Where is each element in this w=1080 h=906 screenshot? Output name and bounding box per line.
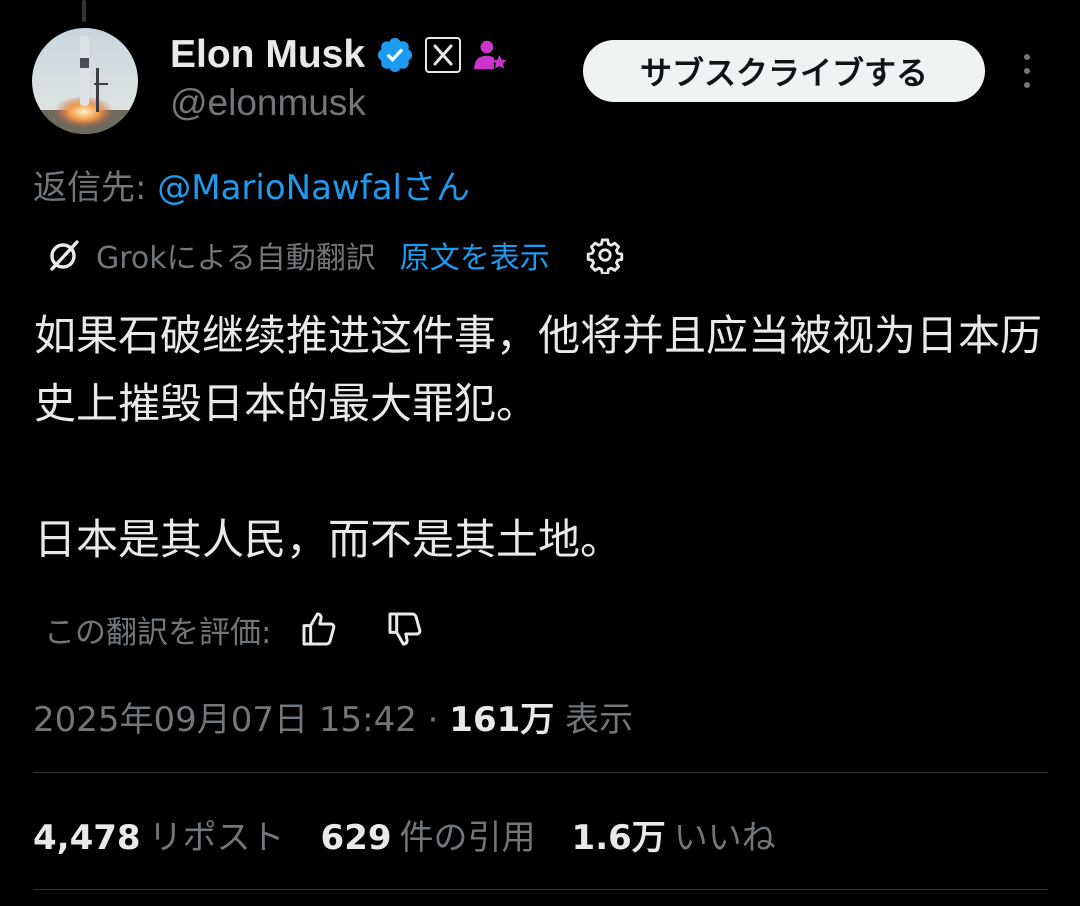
show-original-link[interactable]: 原文を表示 [400,233,550,277]
subscriber-person-icon[interactable] [471,36,509,74]
subscribe-button[interactable]: サブスクライブする [583,40,985,102]
author-name-row: Elon Musk [170,30,509,80]
tweet-paragraph: 日本是其人民，而不是其土地。 [34,515,623,564]
likes-stat[interactable]: 1.6万 いいね [572,810,776,859]
x-logo-icon[interactable] [425,37,462,73]
reposts-stat[interactable]: 4,478 リポスト [33,810,285,859]
separator-dot: · [416,700,450,740]
author-handle[interactable]: @elonmusk [170,82,366,124]
rate-translation-row: この翻訳を評価: [44,604,425,654]
divider [33,772,1048,773]
reply-to-mention-link[interactable]: @MarioNawfalさん [157,168,470,208]
grok-icon [50,240,79,271]
quotes-label: 件の引用 [399,818,536,858]
verified-badge-icon[interactable] [375,35,415,75]
avatar[interactable] [32,28,138,134]
thread-line [82,0,86,22]
timestamp-row: 2025年09月07日 15:42 · 161万 表示 [33,692,633,741]
likes-label: いいね [673,818,776,858]
thumbs-up-icon[interactable] [299,609,339,649]
translation-bar: Grokによる自動翻訳 原文を表示 [44,232,624,278]
views-count: 161万 [449,700,555,740]
more-vertical-icon[interactable] [1010,50,1044,92]
engagement-stats: 4,478 リポスト 629 件の引用 1.6万 いいね [33,810,812,859]
reposts-label: リポスト [148,818,285,858]
quotes-stat[interactable]: 629 件の引用 [321,810,536,859]
quotes-count: 629 [320,818,392,858]
thumbs-down-icon[interactable] [385,609,425,649]
reply-to-line: 返信先: @MarioNawfalさん [33,160,470,209]
author-display-name[interactable]: Elon Musk [170,33,365,77]
reposts-count: 4,478 [33,818,141,858]
rate-translation-label: この翻訳を評価: [44,614,272,651]
gear-icon[interactable] [586,236,624,274]
tweet-text: 如果石破继续推进这件事，他将并且应当被视为日本历史上摧毁日本的最大罪犯。 日本是… [34,302,1054,574]
avatar-rocket-image [32,28,138,134]
translation-label: Grokによる自動翻訳 [96,241,376,276]
tweet-paragraph: 如果石破继续推进这件事，他将并且应当被视为日本历史上摧毁日本的最大罪犯。 [34,311,1043,428]
likes-count: 1.6万 [571,818,666,858]
reply-to-prefix: 返信先: [33,168,158,208]
post-datetime[interactable]: 2025年09月07日 15:42 [33,700,417,740]
divider [33,889,1048,890]
views-label: 表示 [554,700,634,740]
